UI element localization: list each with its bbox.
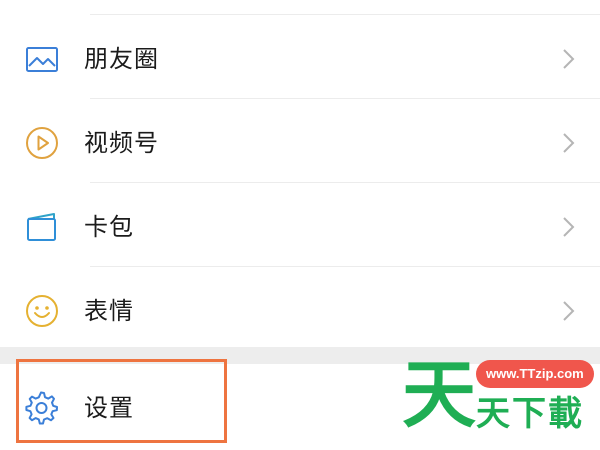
chevron-right-icon [563, 133, 575, 153]
channels-play-icon [26, 127, 58, 159]
watermark: 天 www.TTzip.com 天下載 [400, 352, 600, 450]
watermark-url: www.TTzip.com [476, 360, 594, 388]
menu-item-moments[interactable]: 朋友圈 [0, 15, 600, 99]
card-wallet-icon [27, 213, 56, 241]
menu-item-label: 卡包 [84, 213, 134, 241]
menu-list: 朋友圈 视频号 卡包 表情 [0, 0, 600, 347]
moments-image-icon [26, 47, 58, 72]
watermark-name: 天下載 [476, 394, 584, 434]
menu-item-card-wallet[interactable]: 卡包 [0, 183, 600, 267]
menu-item-label: 视频号 [84, 129, 159, 157]
menu-item-channels[interactable]: 视频号 [0, 99, 600, 183]
chevron-right-icon [563, 301, 575, 321]
sticker-smiley-icon [26, 295, 58, 327]
highlight-box [16, 359, 227, 443]
menu-item-label: 表情 [84, 297, 134, 325]
menu-item-stickers[interactable]: 表情 [0, 267, 600, 351]
chevron-right-icon [563, 217, 575, 237]
chevron-right-icon [563, 49, 575, 69]
menu-item-label: 朋友圈 [84, 45, 159, 73]
watermark-big-char: 天 [402, 352, 476, 438]
